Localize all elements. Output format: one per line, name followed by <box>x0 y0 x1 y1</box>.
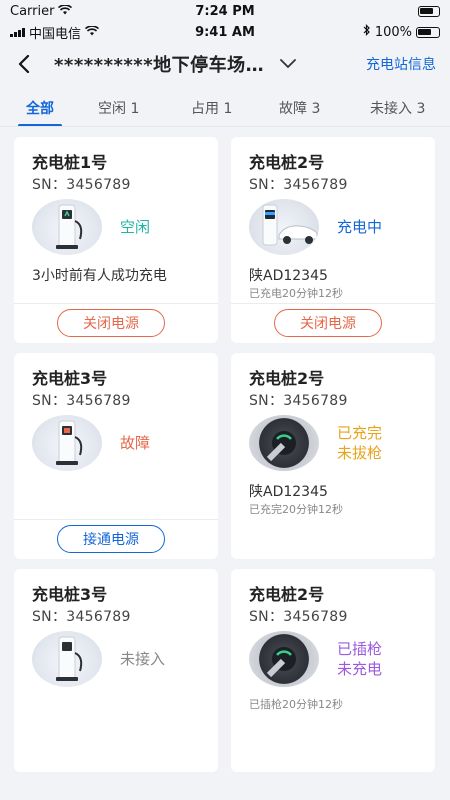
tab-idle[interactable]: 空闲 1 <box>88 98 149 118</box>
charger-title: 充电桩2号 <box>249 585 325 604</box>
charger-image <box>32 631 102 687</box>
plugged-duration: 已插枪20分钟12秒 <box>249 698 343 711</box>
status-text: 未接入 <box>120 650 166 668</box>
charger-card[interactable]: 充电桩3号 SN：3456789 故障 接通电源 <box>14 353 218 559</box>
wifi-icon <box>84 24 100 40</box>
plate-number: 陕AD12345 <box>249 268 328 284</box>
battery-icon <box>417 5 440 17</box>
power-off-button[interactable]: 关闭电源 <box>274 309 382 337</box>
charger-car-image <box>249 199 319 255</box>
charger-title: 充电桩1号 <box>32 153 108 172</box>
power-on-button[interactable]: 接通电源 <box>57 525 165 553</box>
status-line: 已充完 <box>337 424 383 442</box>
charger-sn: SN：3456789 <box>249 609 348 625</box>
charge-duration: 已充电20分钟12秒 <box>249 287 343 300</box>
power-off-button[interactable]: 关闭电源 <box>57 309 165 337</box>
status-time-top: 7:24 PM <box>195 3 255 19</box>
charger-title: 充电桩2号 <box>249 369 325 388</box>
status-text-plugged: 已插枪 未充电 <box>337 639 382 679</box>
status-text-done: 已充完 未拔枪 <box>337 423 382 463</box>
tab-all[interactable]: 全部 <box>18 98 62 127</box>
back-icon[interactable] <box>14 54 34 74</box>
status-line: 已插枪 <box>337 640 383 658</box>
nav-bar: **********地下停车场… 充电站信息 <box>0 42 450 86</box>
wifi-icon <box>58 3 73 19</box>
charger-sn: SN：3456789 <box>249 393 348 409</box>
charger-sn: SN：3456789 <box>32 393 131 409</box>
battery-percent: 100% <box>374 24 412 40</box>
card-divider <box>14 519 218 520</box>
tab-occupied[interactable]: 占用 1 <box>181 98 242 118</box>
station-title[interactable]: **********地下停车场… <box>54 51 264 77</box>
charger-sn: SN：3456789 <box>32 609 131 625</box>
charge-duration: 已充完20分钟12秒 <box>249 503 343 516</box>
status-line: 未充电 <box>337 660 383 678</box>
plate-number: 陕AD12345 <box>249 484 328 500</box>
carrier-name: 中国电信 <box>29 26 82 42</box>
bluetooth-icon <box>363 24 371 40</box>
tabs-divider <box>0 126 450 127</box>
charger-card[interactable]: 充电桩1号 SN：3456789 空闲 3小时前有人成功充电 关闭电源 <box>14 137 218 343</box>
status-line: 未拔枪 <box>337 444 383 462</box>
charger-title: 充电桩3号 <box>32 585 108 604</box>
charger-card[interactable]: 充电桩2号 SN：3456789 已充完 未拔枪 陕AD12345 已充完20分… <box>231 353 435 559</box>
charger-title: 充电桩3号 <box>32 369 108 388</box>
chevron-down-icon[interactable] <box>280 55 298 73</box>
charger-card[interactable]: 充电桩2号 SN：3456789 充电中 陕AD12345 已充电20分钟12秒… <box>231 137 435 343</box>
charging-plug-image <box>249 631 319 687</box>
tab-fault[interactable]: 故障 3 <box>269 98 330 118</box>
status-bar-top: Carrier 7:24 PM <box>0 0 450 22</box>
card-divider <box>14 303 218 304</box>
charger-image <box>32 415 102 471</box>
charger-image <box>32 199 102 255</box>
tab-offline[interactable]: 未接入 3 <box>360 98 435 118</box>
station-info-link[interactable]: 充电站信息 <box>366 54 436 74</box>
charger-sn: SN：3456789 <box>32 177 131 193</box>
last-charge-note: 3小时前有人成功充电 <box>32 268 167 284</box>
charging-plug-image <box>249 415 319 471</box>
carrier-label: Carrier <box>10 3 55 19</box>
filter-tabs: 全部 空闲 1 占用 1 故障 3 未接入 3 <box>0 90 450 127</box>
charger-title: 充电桩2号 <box>249 153 325 172</box>
charger-card[interactable]: 充电桩2号 SN：3456789 已插枪 未充电 已插枪20分钟12秒 <box>231 569 435 772</box>
status-bar: 中国电信 9:41 AM 100% <box>0 22 450 42</box>
status-text: 充电中 <box>337 218 383 236</box>
status-text: 故障 <box>120 434 151 452</box>
card-divider <box>231 303 435 304</box>
charger-sn: SN：3456789 <box>249 177 348 193</box>
signal-icon <box>10 27 25 37</box>
status-text: 空闲 <box>120 218 151 236</box>
charger-card[interactable]: 充电桩3号 SN：3456789 未接入 <box>14 569 218 772</box>
status-time: 9:41 AM <box>195 24 255 40</box>
battery-icon <box>415 26 440 38</box>
